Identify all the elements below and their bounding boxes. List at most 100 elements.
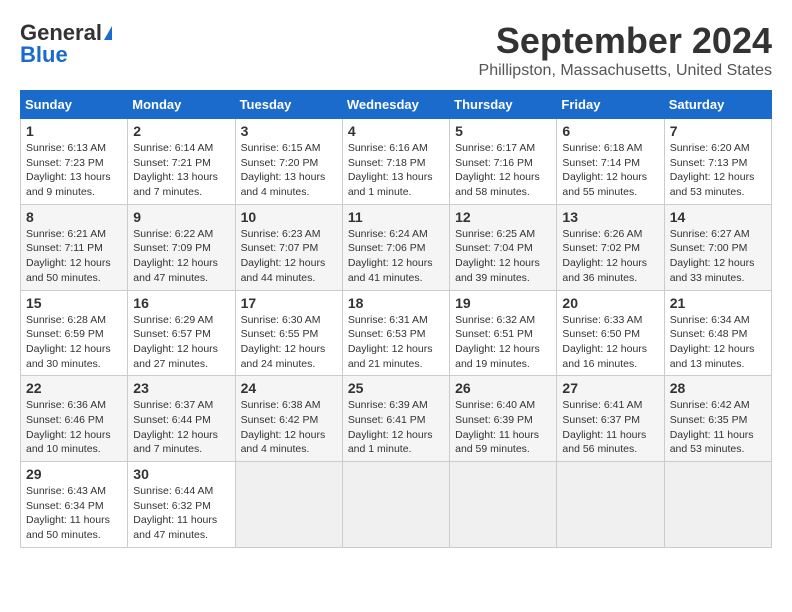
table-row: 19 Sunrise: 6:32 AM Sunset: 6:51 PM Dayl…	[450, 290, 557, 376]
day-number: 9	[133, 209, 229, 225]
day-number: 1	[26, 123, 122, 139]
day-info: Sunrise: 6:39 AM Sunset: 6:41 PM Dayligh…	[348, 398, 444, 457]
col-sunday: Sunday	[21, 91, 128, 119]
day-number: 10	[241, 209, 337, 225]
day-number: 6	[562, 123, 658, 139]
day-number: 19	[455, 295, 551, 311]
col-wednesday: Wednesday	[342, 91, 449, 119]
day-number: 27	[562, 380, 658, 396]
table-row: 15 Sunrise: 6:28 AM Sunset: 6:59 PM Dayl…	[21, 290, 128, 376]
day-info: Sunrise: 6:31 AM Sunset: 6:53 PM Dayligh…	[348, 313, 444, 372]
table-row	[664, 462, 771, 548]
table-row: 27 Sunrise: 6:41 AM Sunset: 6:37 PM Dayl…	[557, 376, 664, 462]
table-row: 18 Sunrise: 6:31 AM Sunset: 6:53 PM Dayl…	[342, 290, 449, 376]
day-number: 7	[670, 123, 766, 139]
day-number: 8	[26, 209, 122, 225]
table-row: 28 Sunrise: 6:42 AM Sunset: 6:35 PM Dayl…	[664, 376, 771, 462]
table-row: 6 Sunrise: 6:18 AM Sunset: 7:14 PM Dayli…	[557, 119, 664, 205]
table-row: 24 Sunrise: 6:38 AM Sunset: 6:42 PM Dayl…	[235, 376, 342, 462]
day-number: 15	[26, 295, 122, 311]
day-info: Sunrise: 6:15 AM Sunset: 7:20 PM Dayligh…	[241, 141, 337, 200]
day-info: Sunrise: 6:26 AM Sunset: 7:02 PM Dayligh…	[562, 227, 658, 286]
table-row: 17 Sunrise: 6:30 AM Sunset: 6:55 PM Dayl…	[235, 290, 342, 376]
day-number: 16	[133, 295, 229, 311]
table-row: 3 Sunrise: 6:15 AM Sunset: 7:20 PM Dayli…	[235, 119, 342, 205]
table-row: 23 Sunrise: 6:37 AM Sunset: 6:44 PM Dayl…	[128, 376, 235, 462]
day-info: Sunrise: 6:32 AM Sunset: 6:51 PM Dayligh…	[455, 313, 551, 372]
day-info: Sunrise: 6:34 AM Sunset: 6:48 PM Dayligh…	[670, 313, 766, 372]
day-number: 21	[670, 295, 766, 311]
day-number: 18	[348, 295, 444, 311]
day-info: Sunrise: 6:21 AM Sunset: 7:11 PM Dayligh…	[26, 227, 122, 286]
day-info: Sunrise: 6:30 AM Sunset: 6:55 PM Dayligh…	[241, 313, 337, 372]
header: General Blue September 2024 Phillipston,…	[20, 20, 772, 80]
day-info: Sunrise: 6:14 AM Sunset: 7:21 PM Dayligh…	[133, 141, 229, 200]
day-number: 2	[133, 123, 229, 139]
table-row: 8 Sunrise: 6:21 AM Sunset: 7:11 PM Dayli…	[21, 204, 128, 290]
title-area: September 2024 Phillipston, Massachusett…	[479, 20, 772, 80]
calendar-header-row: Sunday Monday Tuesday Wednesday Thursday…	[21, 91, 772, 119]
day-number: 14	[670, 209, 766, 225]
col-thursday: Thursday	[450, 91, 557, 119]
table-row	[450, 462, 557, 548]
table-row: 11 Sunrise: 6:24 AM Sunset: 7:06 PM Dayl…	[342, 204, 449, 290]
day-info: Sunrise: 6:25 AM Sunset: 7:04 PM Dayligh…	[455, 227, 551, 286]
day-info: Sunrise: 6:18 AM Sunset: 7:14 PM Dayligh…	[562, 141, 658, 200]
day-info: Sunrise: 6:27 AM Sunset: 7:00 PM Dayligh…	[670, 227, 766, 286]
day-number: 29	[26, 466, 122, 482]
day-number: 4	[348, 123, 444, 139]
day-number: 5	[455, 123, 551, 139]
table-row: 22 Sunrise: 6:36 AM Sunset: 6:46 PM Dayl…	[21, 376, 128, 462]
day-info: Sunrise: 6:20 AM Sunset: 7:13 PM Dayligh…	[670, 141, 766, 200]
table-row: 25 Sunrise: 6:39 AM Sunset: 6:41 PM Dayl…	[342, 376, 449, 462]
day-info: Sunrise: 6:38 AM Sunset: 6:42 PM Dayligh…	[241, 398, 337, 457]
table-row: 2 Sunrise: 6:14 AM Sunset: 7:21 PM Dayli…	[128, 119, 235, 205]
col-monday: Monday	[128, 91, 235, 119]
day-number: 3	[241, 123, 337, 139]
table-row: 7 Sunrise: 6:20 AM Sunset: 7:13 PM Dayli…	[664, 119, 771, 205]
calendar-week-row: 22 Sunrise: 6:36 AM Sunset: 6:46 PM Dayl…	[21, 376, 772, 462]
logo: General Blue	[20, 20, 112, 68]
calendar-week-row: 1 Sunrise: 6:13 AM Sunset: 7:23 PM Dayli…	[21, 119, 772, 205]
day-info: Sunrise: 6:29 AM Sunset: 6:57 PM Dayligh…	[133, 313, 229, 372]
month-title: September 2024	[479, 20, 772, 62]
table-row	[557, 462, 664, 548]
day-number: 24	[241, 380, 337, 396]
day-info: Sunrise: 6:44 AM Sunset: 6:32 PM Dayligh…	[133, 484, 229, 543]
table-row: 20 Sunrise: 6:33 AM Sunset: 6:50 PM Dayl…	[557, 290, 664, 376]
table-row: 14 Sunrise: 6:27 AM Sunset: 7:00 PM Dayl…	[664, 204, 771, 290]
table-row: 12 Sunrise: 6:25 AM Sunset: 7:04 PM Dayl…	[450, 204, 557, 290]
day-info: Sunrise: 6:41 AM Sunset: 6:37 PM Dayligh…	[562, 398, 658, 457]
day-number: 13	[562, 209, 658, 225]
day-number: 17	[241, 295, 337, 311]
table-row: 13 Sunrise: 6:26 AM Sunset: 7:02 PM Dayl…	[557, 204, 664, 290]
table-row: 16 Sunrise: 6:29 AM Sunset: 6:57 PM Dayl…	[128, 290, 235, 376]
day-info: Sunrise: 6:33 AM Sunset: 6:50 PM Dayligh…	[562, 313, 658, 372]
day-info: Sunrise: 6:16 AM Sunset: 7:18 PM Dayligh…	[348, 141, 444, 200]
day-number: 22	[26, 380, 122, 396]
calendar-week-row: 15 Sunrise: 6:28 AM Sunset: 6:59 PM Dayl…	[21, 290, 772, 376]
calendar-week-row: 8 Sunrise: 6:21 AM Sunset: 7:11 PM Dayli…	[21, 204, 772, 290]
table-row: 10 Sunrise: 6:23 AM Sunset: 7:07 PM Dayl…	[235, 204, 342, 290]
day-info: Sunrise: 6:28 AM Sunset: 6:59 PM Dayligh…	[26, 313, 122, 372]
day-info: Sunrise: 6:40 AM Sunset: 6:39 PM Dayligh…	[455, 398, 551, 457]
day-info: Sunrise: 6:43 AM Sunset: 6:34 PM Dayligh…	[26, 484, 122, 543]
day-number: 28	[670, 380, 766, 396]
day-info: Sunrise: 6:23 AM Sunset: 7:07 PM Dayligh…	[241, 227, 337, 286]
location-title: Phillipston, Massachusetts, United State…	[479, 62, 772, 80]
calendar-week-row: 29 Sunrise: 6:43 AM Sunset: 6:34 PM Dayl…	[21, 462, 772, 548]
logo-blue-text: Blue	[20, 42, 68, 68]
day-info: Sunrise: 6:22 AM Sunset: 7:09 PM Dayligh…	[133, 227, 229, 286]
day-number: 11	[348, 209, 444, 225]
logo-triangle-icon	[104, 26, 112, 40]
table-row: 26 Sunrise: 6:40 AM Sunset: 6:39 PM Dayl…	[450, 376, 557, 462]
table-row: 30 Sunrise: 6:44 AM Sunset: 6:32 PM Dayl…	[128, 462, 235, 548]
table-row	[342, 462, 449, 548]
table-row: 4 Sunrise: 6:16 AM Sunset: 7:18 PM Dayli…	[342, 119, 449, 205]
day-number: 23	[133, 380, 229, 396]
day-info: Sunrise: 6:37 AM Sunset: 6:44 PM Dayligh…	[133, 398, 229, 457]
calendar-table: Sunday Monday Tuesday Wednesday Thursday…	[20, 90, 772, 548]
table-row	[235, 462, 342, 548]
day-number: 26	[455, 380, 551, 396]
table-row: 9 Sunrise: 6:22 AM Sunset: 7:09 PM Dayli…	[128, 204, 235, 290]
